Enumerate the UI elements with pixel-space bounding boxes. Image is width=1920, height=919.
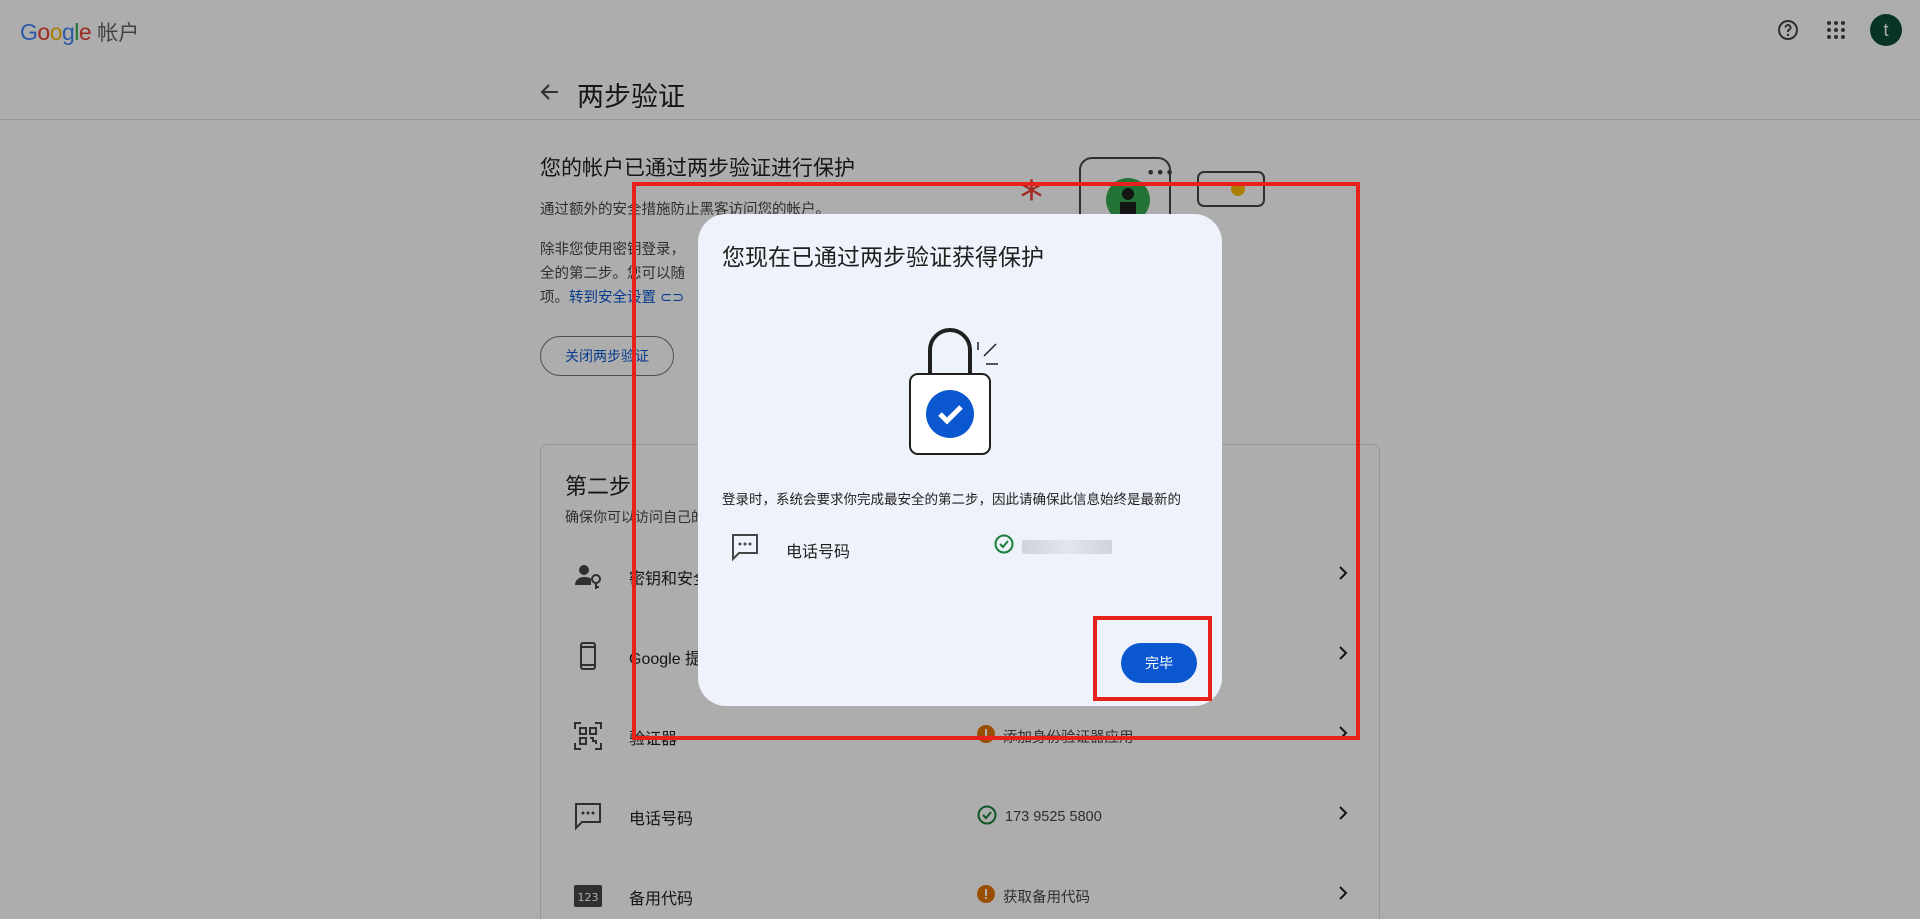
annotation-box-dialog xyxy=(632,182,1360,740)
annotation-box-done-button xyxy=(1093,616,1212,701)
